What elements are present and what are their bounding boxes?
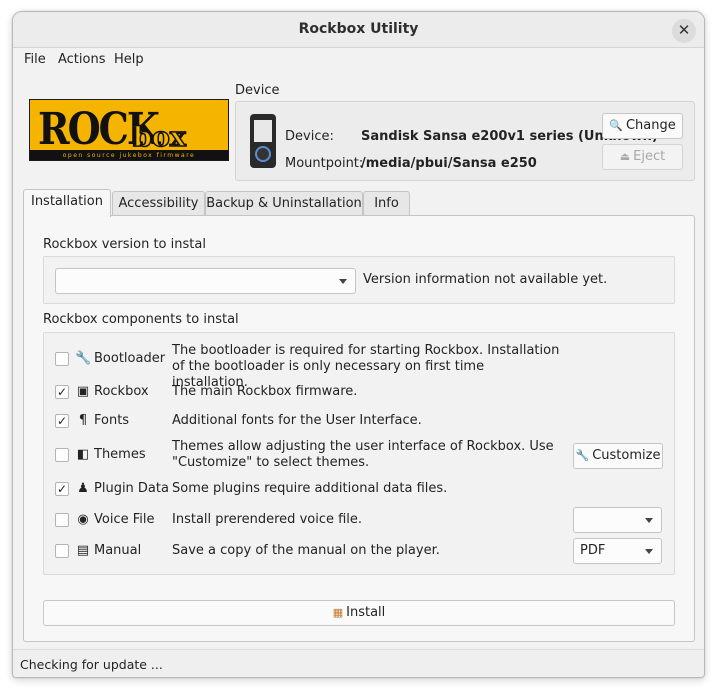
main-window: Rockbox Utility ✕ File Actions Help ROCK… bbox=[12, 11, 705, 678]
rockbox-label: Rockbox bbox=[94, 384, 149, 399]
rockbox-checkbox[interactable]: ✓ bbox=[55, 385, 69, 399]
device-group-label: Device bbox=[235, 83, 280, 98]
voice-file-description: Install prerendered voice file. bbox=[172, 512, 363, 527]
eject-icon: ⏏ bbox=[619, 150, 631, 163]
voice-file-checkbox[interactable] bbox=[55, 513, 69, 527]
components-group: 🔧 Bootloader The bootloader is required … bbox=[43, 332, 675, 575]
version-combo[interactable] bbox=[55, 268, 356, 294]
tab-label: Installation bbox=[30, 194, 103, 209]
status-text: Checking for update ... bbox=[20, 657, 163, 672]
logo-box-text: box bbox=[132, 121, 187, 154]
themes-description: Themes allow adjusting the user interfac… bbox=[172, 439, 554, 470]
player-screen bbox=[254, 120, 272, 142]
chevron-down-icon bbox=[645, 549, 653, 554]
tab-label: Accessibility bbox=[118, 196, 199, 211]
status-bar: Checking for update ... bbox=[13, 649, 704, 677]
tab-backup-uninstallation[interactable]: Backup & Uninstallation bbox=[205, 191, 363, 216]
device-group: Device: Sandisk Sansa e200v1 series (Unk… bbox=[235, 101, 695, 181]
installation-panel: Rockbox version to instal Version inform… bbox=[23, 215, 695, 642]
version-info-text: Version information not available yet. bbox=[363, 272, 608, 287]
themes-label: Themes bbox=[94, 447, 146, 462]
logo-tagline: open source jukebox firmware bbox=[62, 152, 196, 159]
eject-label: Eject bbox=[633, 149, 666, 164]
manual-checkbox[interactable] bbox=[55, 544, 69, 558]
component-row-bootloader: 🔧 Bootloader The bootloader is required … bbox=[44, 341, 674, 390]
eject-button[interactable]: ⏏ Eject bbox=[602, 144, 683, 170]
manual-label: Manual bbox=[94, 543, 142, 558]
fonts-description: Additional fonts for the User Interface. bbox=[172, 413, 422, 428]
component-row-plugin-data: ✓ ♟ Plugin Data Some plugins require add… bbox=[44, 479, 674, 501]
voice-combo[interactable] bbox=[573, 507, 662, 533]
manual-combo-value: PDF bbox=[580, 543, 606, 558]
wrench-screwdriver-icon: 🔧 bbox=[75, 351, 92, 366]
tab-info[interactable]: Info bbox=[363, 191, 410, 216]
rockbox-icon: ▣ bbox=[76, 384, 90, 399]
change-label: Change bbox=[625, 118, 676, 133]
title-bar: Rockbox Utility ✕ bbox=[13, 12, 704, 48]
components-section-title: Rockbox components to instal bbox=[43, 312, 239, 327]
menu-file[interactable]: File bbox=[24, 52, 46, 67]
menu-help[interactable]: Help bbox=[114, 52, 144, 67]
manual-format-combo[interactable]: PDF bbox=[573, 538, 662, 564]
fonts-checkbox[interactable]: ✓ bbox=[55, 414, 69, 428]
font-icon: ¶ bbox=[78, 413, 88, 428]
customize-label: Customize bbox=[592, 448, 661, 463]
mountpoint-value: /media/pbui/Sansa e250 bbox=[361, 156, 537, 171]
manual-description: Save a copy of the manual on the player. bbox=[172, 543, 440, 558]
rockbox-description: The main Rockbox firmware. bbox=[172, 384, 358, 399]
voice-file-label: Voice File bbox=[94, 512, 155, 527]
wrench-icon: 🔧 bbox=[575, 449, 590, 462]
tab-label: Backup & Uninstallation bbox=[206, 196, 362, 211]
plugin-data-checkbox[interactable]: ✓ bbox=[55, 482, 69, 496]
tab-label: Info bbox=[374, 196, 399, 211]
joystick-icon: ♟ bbox=[77, 481, 89, 496]
window-title: Rockbox Utility bbox=[298, 21, 419, 37]
player-wheel bbox=[255, 146, 271, 162]
component-row-voice-file: ◉ Voice File Install prerendered voice f… bbox=[44, 507, 674, 533]
search-icon: 🔍 bbox=[609, 119, 623, 132]
themes-icon: ◧ bbox=[76, 447, 90, 462]
component-row-themes: ◧ Themes Themes allow adjusting the user… bbox=[44, 437, 674, 473]
bootloader-label: Bootloader bbox=[94, 351, 166, 366]
package-icon: ▦ bbox=[332, 606, 344, 619]
close-icon: ✕ bbox=[677, 21, 691, 39]
change-button[interactable]: 🔍 Change bbox=[602, 113, 683, 139]
menu-bar: File Actions Help bbox=[13, 48, 704, 72]
customize-button[interactable]: 🔧 Customize bbox=[573, 443, 663, 469]
media-player-icon bbox=[250, 114, 276, 168]
bootloader-checkbox[interactable] bbox=[55, 352, 69, 366]
component-row-fonts: ✓ ¶ Fonts Additional fonts for the User … bbox=[44, 411, 674, 433]
install-button[interactable]: ▦ Install bbox=[43, 600, 675, 626]
close-button[interactable]: ✕ bbox=[672, 19, 696, 43]
version-section-title: Rockbox version to instal bbox=[43, 237, 206, 252]
chevron-down-icon bbox=[339, 279, 347, 284]
plugin-data-label: Plugin Data bbox=[94, 481, 169, 496]
component-row-rockbox: ✓ ▣ Rockbox The main Rockbox firmware. bbox=[44, 382, 674, 404]
mountpoint-key: Mountpoint: bbox=[285, 156, 364, 171]
chevron-down-icon bbox=[645, 518, 653, 523]
install-label: Install bbox=[346, 605, 386, 620]
device-key: Device: bbox=[285, 129, 334, 144]
component-row-manual: ▤ Manual Save a copy of the manual on th… bbox=[44, 538, 674, 564]
voice-icon: ◉ bbox=[77, 512, 89, 527]
version-group: Version information not available yet. bbox=[43, 256, 675, 304]
plugin-data-description: Some plugins require additional data fil… bbox=[172, 481, 448, 496]
manual-icon: ▤ bbox=[76, 543, 90, 558]
menu-actions[interactable]: Actions bbox=[58, 52, 106, 67]
fonts-label: Fonts bbox=[94, 413, 130, 428]
themes-checkbox[interactable] bbox=[55, 448, 69, 462]
rockbox-logo: ROCK box open source jukebox firmware bbox=[29, 99, 229, 161]
tab-installation[interactable]: Installation bbox=[23, 189, 111, 217]
tab-accessibility[interactable]: Accessibility bbox=[112, 191, 205, 216]
